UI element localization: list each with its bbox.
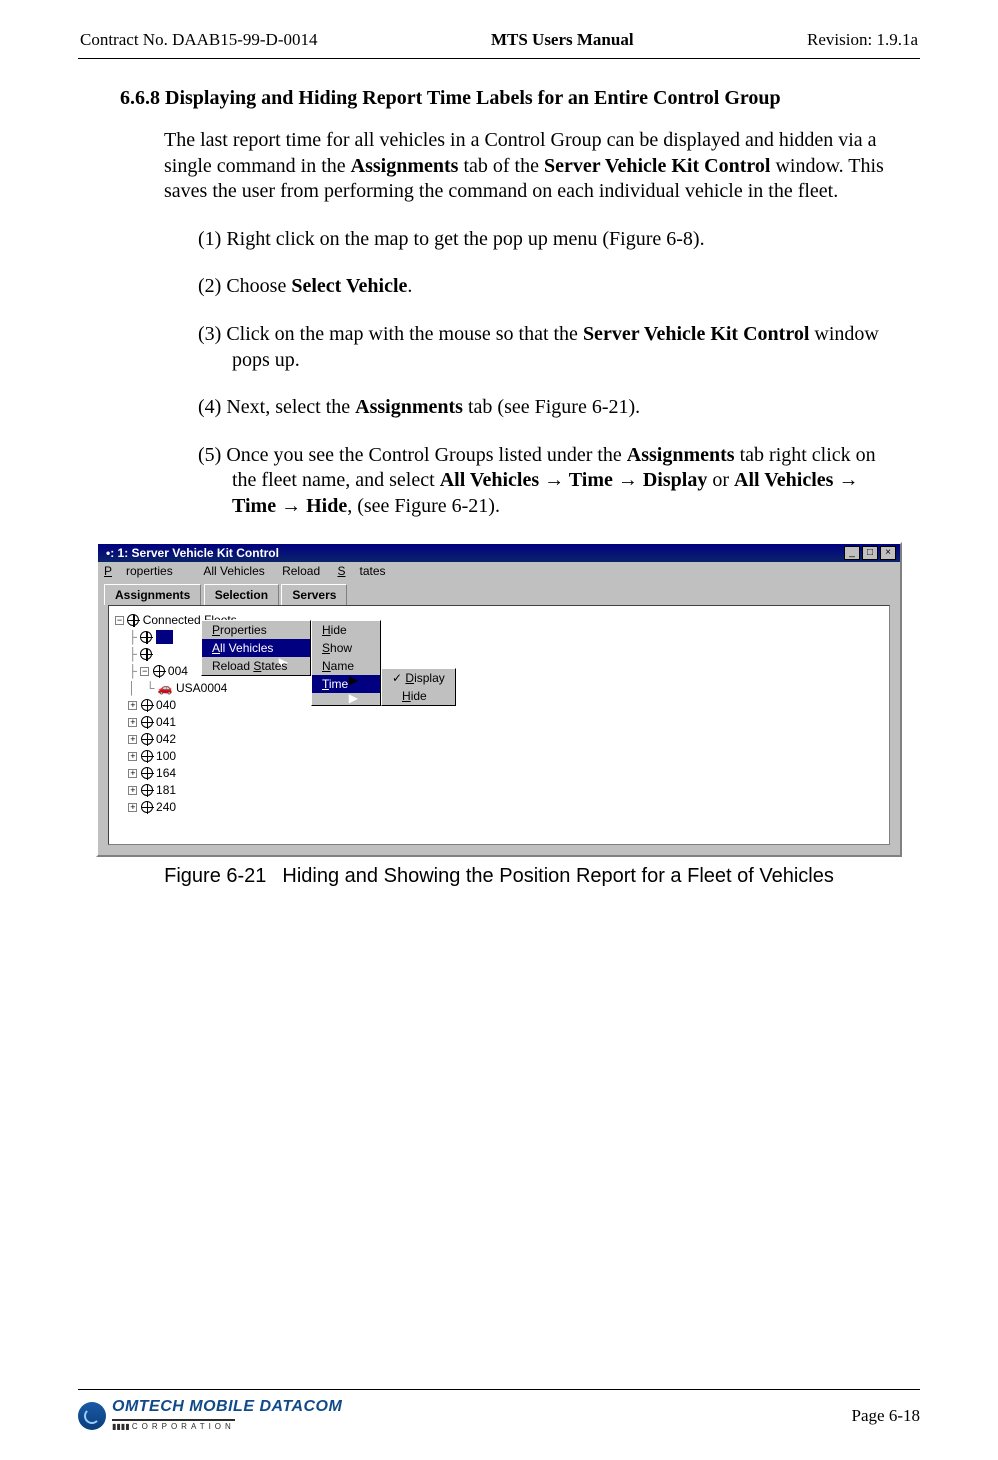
menu-item-name[interactable]: Name▶ <box>312 657 380 675</box>
logo-icon <box>78 1402 106 1430</box>
tab-servers[interactable]: Servers <box>281 584 347 605</box>
tab-selection[interactable]: Selection <box>204 584 279 605</box>
header-left: Contract No. DAAB15-99-D-0014 <box>80 30 318 50</box>
figure-caption: Figure 6-21 Hiding and Showing the Positi… <box>96 865 902 888</box>
step-2: (2) Choose Select Vehicle. <box>198 274 902 300</box>
fleet-icon <box>141 750 153 762</box>
footer-rule <box>78 1389 920 1390</box>
expand-icon[interactable]: − <box>115 616 124 625</box>
embedded-screenshot: •: 1: Server Vehicle Kit Control _ □ × P… <box>96 542 902 888</box>
context-submenu-vehicles[interactable]: Hide Show Name▶ Time▶ <box>311 620 381 706</box>
menu-properties[interactable]: Properties <box>104 564 187 578</box>
intro-paragraph: The last report time for all vehicles in… <box>164 128 902 205</box>
tree-view[interactable]: − Connected Fleets ├ ├ ├ − 004 │ └ 🚗 USA… <box>108 605 890 845</box>
fleet-icon <box>141 716 153 728</box>
context-submenu-time[interactable]: ✓ Display Hide <box>381 668 456 706</box>
tree-item[interactable]: USA0004 <box>176 681 227 695</box>
page-footer: OMTECH MOBILE DATACOM CORPORATION Page 6… <box>78 1389 920 1434</box>
step-1: (1) Right click on the map to get the po… <box>198 227 902 253</box>
fleet-icon <box>141 784 153 796</box>
submenu-arrow-icon: ▶ <box>349 673 358 687</box>
tree-item-selected[interactable] <box>156 630 173 644</box>
page-header: Contract No. DAAB15-99-D-0014 MTS Users … <box>78 30 920 56</box>
menubar[interactable]: Properties All Vehicles Reload States <box>98 562 900 580</box>
header-center: MTS Users Manual <box>491 30 634 50</box>
fleet-icon <box>141 733 153 745</box>
check-icon: ✓ <box>392 671 402 685</box>
tabs-row: Assignments Selection Servers <box>98 580 900 605</box>
menu-item-show[interactable]: Show <box>312 639 380 657</box>
tree-item[interactable]: 042 <box>156 732 176 746</box>
menu-item-time[interactable]: Time▶ <box>312 675 380 693</box>
close-button[interactable]: × <box>880 546 896 560</box>
expand-icon[interactable]: + <box>128 803 137 812</box>
menu-item-hide[interactable]: Hide <box>312 621 380 639</box>
page-number: Page 6-18 <box>852 1406 920 1426</box>
fleet-icon <box>127 614 139 626</box>
fleet-icon <box>141 699 153 711</box>
section-heading: 6.6.8 Displaying and Hiding Report Time … <box>120 87 920 110</box>
submenu-arrow-icon: ▶ <box>349 691 358 705</box>
fleet-icon <box>140 648 152 660</box>
figure-label: Figure 6-21 <box>164 865 266 887</box>
footer-logo: OMTECH MOBILE DATACOM CORPORATION <box>78 1398 342 1434</box>
menu-item-hide[interactable]: Hide <box>382 687 455 705</box>
window-title: •: 1: Server Vehicle Kit Control <box>102 546 842 560</box>
tree-item[interactable]: 181 <box>156 783 176 797</box>
context-menu-main[interactable]: Properties All Vehicles▶ Reload States <box>201 620 311 676</box>
logo-text-bottom: CORPORATION <box>112 1419 235 1431</box>
tree-item[interactable]: 040 <box>156 698 176 712</box>
tab-assignments[interactable]: Assignments <box>104 584 201 605</box>
step-4: (4) Next, select the Assignments tab (se… <box>198 395 902 421</box>
header-right: Revision: 1.9.1a <box>807 30 918 50</box>
maximize-button[interactable]: □ <box>862 546 878 560</box>
menu-all-vehicles[interactable]: All Vehicles <box>203 564 264 578</box>
tree-item[interactable]: 041 <box>156 715 176 729</box>
figure-text: Hiding and Showing the Position Report f… <box>282 865 833 887</box>
header-rule <box>78 58 920 59</box>
menu-item-display[interactable]: ✓ Display <box>382 669 455 687</box>
expand-icon[interactable]: + <box>128 735 137 744</box>
menu-reload-states[interactable]: Reload States <box>282 564 399 578</box>
menu-item-reload-states[interactable]: Reload States <box>202 657 310 675</box>
menu-item-properties[interactable]: Properties <box>202 621 310 639</box>
menu-item-all-vehicles[interactable]: All Vehicles▶ <box>202 639 310 657</box>
tree-item[interactable]: 240 <box>156 800 176 814</box>
fleet-icon <box>153 665 165 677</box>
minimize-button[interactable]: _ <box>844 546 860 560</box>
expand-icon[interactable]: + <box>128 718 137 727</box>
tree-item[interactable]: 004 <box>168 664 188 678</box>
fleet-icon <box>140 631 152 643</box>
tree-item[interactable]: 164 <box>156 766 176 780</box>
collapse-icon[interactable]: − <box>140 667 149 676</box>
fleet-icon <box>141 801 153 813</box>
expand-icon[interactable]: + <box>128 786 137 795</box>
logo-text-top: OMTECH MOBILE DATACOM <box>112 1398 342 1416</box>
expand-icon[interactable]: + <box>128 769 137 778</box>
window-titlebar[interactable]: •: 1: Server Vehicle Kit Control _ □ × <box>98 544 900 562</box>
fleet-icon <box>141 767 153 779</box>
tree-item[interactable]: 100 <box>156 749 176 763</box>
step-5: (5) Once you see the Control Groups list… <box>198 443 902 520</box>
expand-icon[interactable]: + <box>128 752 137 761</box>
step-3: (3) Click on the map with the mouse so t… <box>198 322 902 373</box>
expand-icon[interactable]: + <box>128 701 137 710</box>
